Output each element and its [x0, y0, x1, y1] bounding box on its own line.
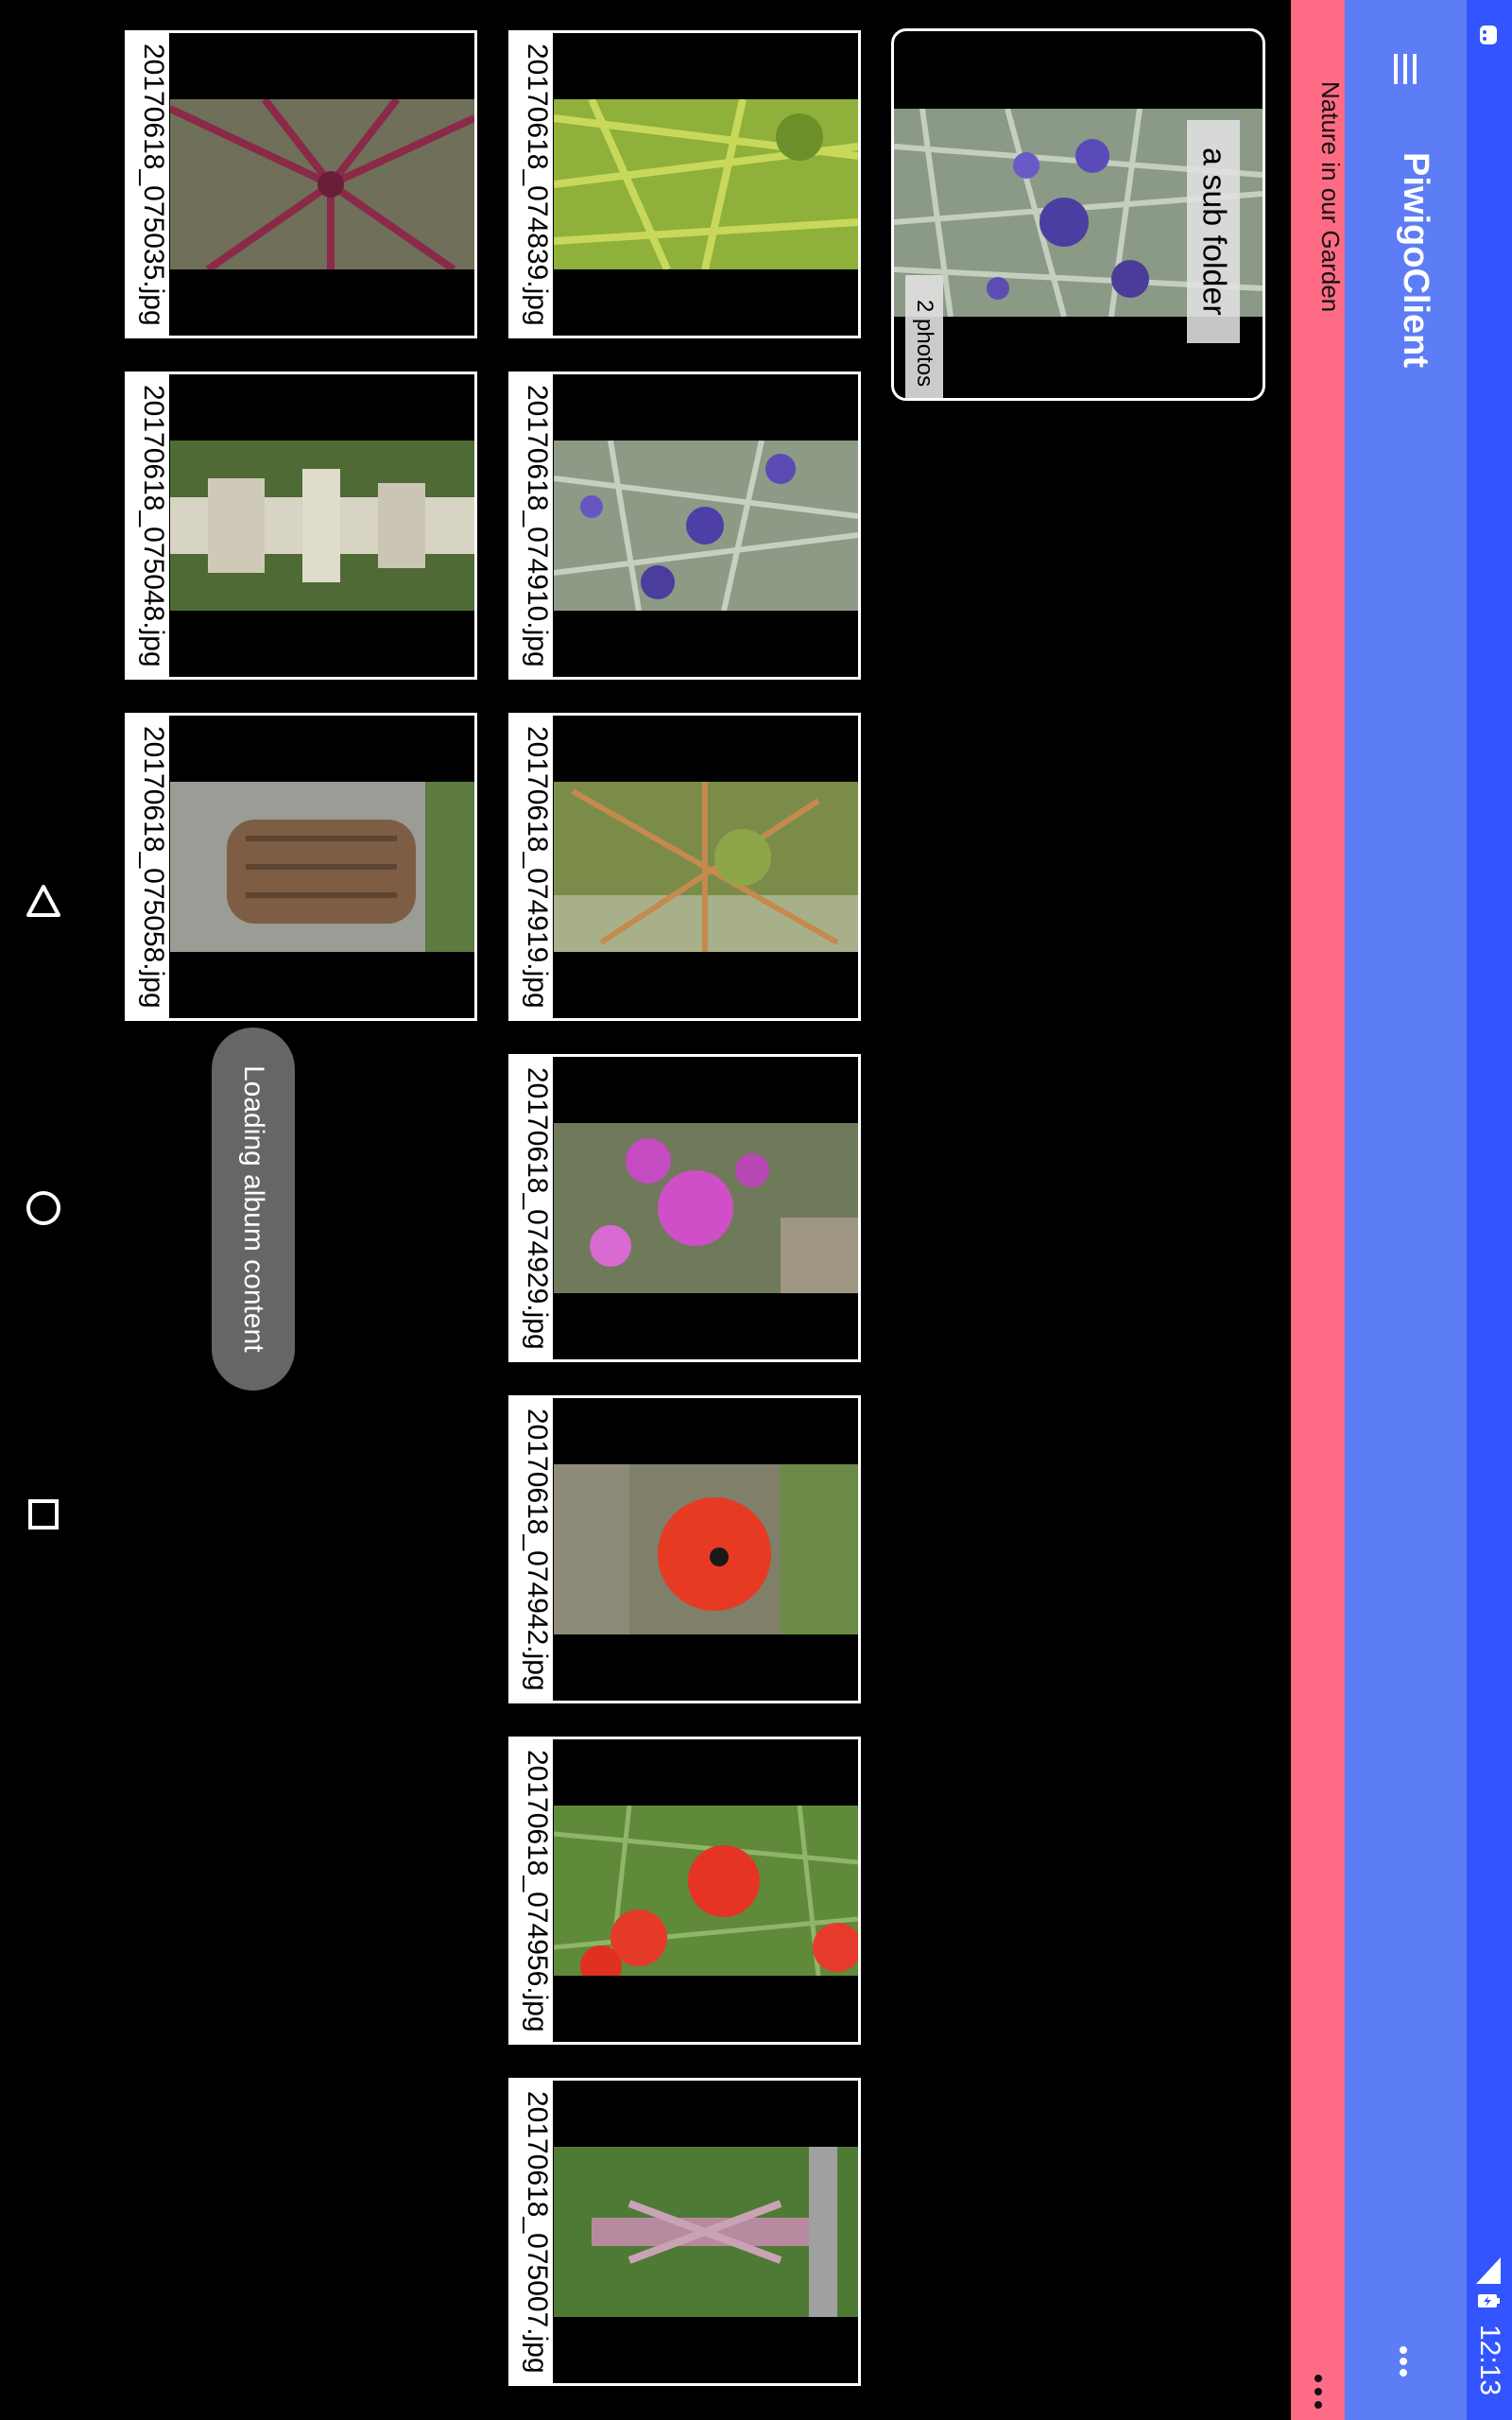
photo-filename: 20170618_075058.jpg — [128, 716, 169, 1018]
photo-tile[interactable]: 20170618_074929.jpg — [508, 1054, 861, 1362]
recents-button[interactable] — [17, 1490, 70, 1543]
home-button[interactable] — [17, 1184, 70, 1236]
home-icon — [23, 1187, 64, 1234]
status-bar — [1467, 0, 1512, 2420]
photo-thumbnail — [554, 1464, 858, 1634]
photo-thumbnail — [554, 1123, 858, 1293]
photo-tile[interactable]: 20170618_075035.jpg — [125, 30, 477, 338]
photo-filename: 20170618_074956.jpg — [511, 1739, 553, 2042]
photo-thumbnail — [168, 96, 474, 273]
photo-thumbnail — [553, 97, 858, 271]
hamburger-menu-icon — [1386, 50, 1424, 93]
photo-tile[interactable]: 20170618_074910.jpg — [508, 372, 861, 680]
breadcrumb-label[interactable]: Nature in our Garden — [1291, 8, 1345, 386]
photo-thumbnail — [170, 782, 474, 952]
status-time: 12:13 — [1474, 2325, 1505, 2396]
photo-tile[interactable]: 20170618_074942.jpg — [508, 1395, 861, 1703]
overflow-menu-button[interactable] — [1380, 2335, 1427, 2392]
photo-filename: 20170618_074942.jpg — [511, 1398, 553, 1701]
photo-thumbnail — [553, 1805, 858, 1987]
menu-button[interactable] — [1375, 43, 1435, 99]
photo-filename: 20170618_074919.jpg — [511, 716, 553, 1018]
photo-filename: 20170618_074839.jpg — [511, 33, 553, 336]
photo-thumbnail — [554, 2147, 858, 2317]
photo-filename: 20170618_074929.jpg — [511, 1057, 553, 1359]
photo-tile[interactable]: 20170618_074839.jpg — [508, 30, 861, 338]
photo-thumbnail — [553, 440, 858, 612]
back-icon — [23, 881, 64, 927]
photo-filename: 20170618_075035.jpg — [128, 33, 169, 336]
album-tile[interactable]: a sub folder 2 photos — [891, 28, 1265, 401]
battery-charging-icon — [1475, 2288, 1502, 2314]
photo-tile[interactable]: 20170618_075048.jpg — [125, 372, 477, 680]
photo-thumbnail — [170, 441, 474, 611]
photo-filename: 20170618_074910.jpg — [511, 374, 553, 677]
breadcrumb-more-icon[interactable] — [1304, 2371, 1332, 2412]
album-name: a sub folder — [1187, 120, 1240, 343]
photo-tile[interactable]: 20170618_074919.jpg — [508, 713, 861, 1021]
recents-icon — [23, 1494, 64, 1540]
app-title: PiwigoClient — [1396, 152, 1435, 368]
photo-filename: 20170618_075007.jpg — [511, 2081, 553, 2383]
photo-tile[interactable]: 20170618_074956.jpg — [508, 1737, 861, 2045]
lte-signal-icon — [1472, 2254, 1504, 2286]
android-icon — [1474, 21, 1503, 49]
photo-thumbnail — [554, 782, 858, 952]
photo-filename: 20170618_075048.jpg — [128, 374, 169, 677]
photo-tile[interactable]: 20170618_075058.jpg — [125, 713, 477, 1021]
loading-toast: Loading album content — [212, 1028, 295, 1391]
overflow-menu-icon — [1389, 2342, 1418, 2385]
back-button[interactable] — [17, 877, 70, 930]
album-photo-count: 2 photos — [905, 275, 943, 398]
photo-tile[interactable]: 20170618_075007.jpg — [508, 2078, 861, 2386]
